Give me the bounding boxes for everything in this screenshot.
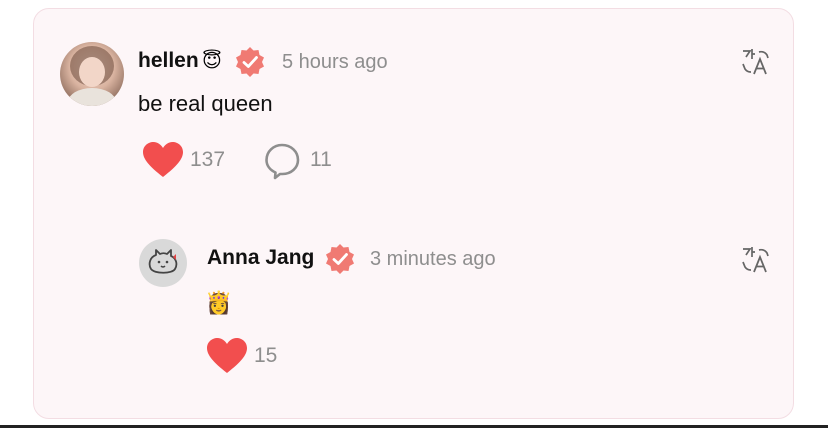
- reply-user-avatar[interactable]: [139, 239, 187, 287]
- heart-icon[interactable]: [143, 142, 183, 178]
- reply-count[interactable]: 11: [310, 148, 332, 172]
- comment-timestamp: 5 hours ago: [282, 51, 388, 73]
- comment-card: hellen 😇 5 hours ago be real queen 137 1…: [33, 8, 794, 419]
- like-count: 137: [190, 148, 226, 171]
- verified-badge-icon: [326, 244, 354, 274]
- translate-icon[interactable]: [740, 46, 770, 76]
- reply-username[interactable]: Anna Jang: [207, 246, 314, 270]
- translate-icon[interactable]: [740, 244, 770, 274]
- heart-icon[interactable]: [207, 338, 247, 374]
- comment-text: be real queen: [138, 91, 273, 116]
- reply-timestamp: 3 minutes ago: [370, 248, 496, 270]
- reply-like-count: 15: [254, 344, 278, 367]
- halo-emoji: 😇: [202, 50, 222, 72]
- verified-badge-icon: [236, 47, 264, 77]
- reply-text: 👸: [205, 291, 233, 316]
- comment-username[interactable]: hellen: [138, 49, 199, 73]
- user-avatar[interactable]: [60, 42, 124, 106]
- comment-bubble-icon[interactable]: [265, 143, 301, 180]
